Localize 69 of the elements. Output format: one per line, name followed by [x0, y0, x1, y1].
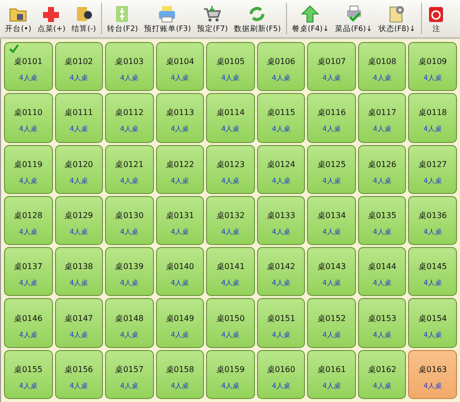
up-arrow-icon: [300, 5, 320, 23]
table-name: 桌0109: [418, 56, 447, 68]
table-name: 桌0105: [216, 56, 245, 68]
table-name: 桌0154: [418, 312, 447, 324]
table-name: 桌0127: [418, 158, 447, 170]
table-name: 桌0148: [115, 312, 144, 324]
table-name: 桌0155: [14, 364, 42, 375]
cart-icon: [202, 5, 222, 23]
table-name: 桌0132: [216, 210, 245, 221]
table-name: 桌0106: [266, 56, 296, 68]
table-name: 桌0123: [216, 158, 245, 170]
table-name: 桌0110: [14, 107, 42, 118]
table-name: 桌0116: [317, 107, 346, 118]
table-name: 桌0151: [266, 312, 296, 324]
table-name: 桌0102: [64, 56, 93, 68]
table-name: 桌0117: [368, 107, 396, 118]
table-name: 桌0159: [216, 364, 245, 375]
table-name: 桌0129: [64, 210, 93, 221]
table-name: 桌0161: [317, 364, 346, 375]
table-name: 桌0111: [64, 107, 93, 118]
table-name: 桌0119: [14, 158, 42, 170]
table-name: 桌0113: [166, 107, 194, 118]
table-name: 桌0108: [368, 56, 396, 68]
table-name: 桌0163: [418, 364, 447, 375]
table-name: 桌0115: [266, 107, 296, 118]
table-name: 桌0130: [115, 210, 144, 221]
table-name: 桌0101: [14, 56, 42, 68]
table-name: 桌0160: [266, 364, 296, 375]
table-name: 桌0139: [115, 261, 144, 272]
table-name: 桌0146: [14, 312, 42, 324]
table-name: 桌0134: [317, 210, 346, 221]
table-name: 桌0118: [418, 107, 447, 118]
table-name: 桌0143: [317, 261, 346, 272]
table-name: 桌0158: [166, 364, 194, 375]
table-name: 桌0145: [418, 261, 447, 272]
table-name: 桌0149: [166, 312, 194, 324]
table-name: 桌0157: [115, 364, 144, 375]
table-name: 桌0141: [216, 261, 245, 272]
table-name: 桌0153: [368, 312, 396, 324]
table-name: 桌0128: [14, 210, 42, 221]
table-name: 桌0124: [266, 158, 296, 170]
table-name: 桌0122: [166, 158, 194, 170]
table-name: 桌0121: [115, 158, 144, 170]
printer-icon: [157, 5, 178, 23]
table-name: 桌0114: [216, 107, 245, 118]
table-name: 桌0138: [64, 261, 93, 272]
table-name: 桌0131: [166, 210, 194, 221]
table-name: 桌0125: [317, 158, 346, 170]
table-name: 桌0150: [216, 312, 245, 324]
table-name: 桌0152: [317, 312, 346, 324]
table-name: 桌0137: [14, 261, 42, 272]
table-name: 桌0133: [266, 210, 296, 221]
table-name: 桌0142: [266, 261, 296, 272]
table-name: 桌0112: [115, 107, 144, 118]
table-name: 桌0103: [115, 56, 144, 68]
table-name: 桌0104: [166, 56, 194, 68]
table-name: 桌0107: [317, 56, 346, 68]
refresh-icon: [247, 5, 268, 23]
table-name: 桌0147: [64, 312, 93, 324]
table-name: 桌0126: [368, 158, 396, 170]
table-name: 桌0144: [368, 261, 396, 272]
table-name: 桌0162: [368, 364, 396, 375]
table-name: 桌0120: [64, 158, 93, 170]
table-name: 桌0156: [64, 364, 93, 375]
table-name: 桌0135: [368, 210, 396, 221]
table-name: 桌0140: [166, 261, 194, 272]
table-name: 桌0136: [418, 210, 447, 221]
plus-icon: [41, 5, 62, 23]
document-gear-icon: [386, 5, 407, 23]
